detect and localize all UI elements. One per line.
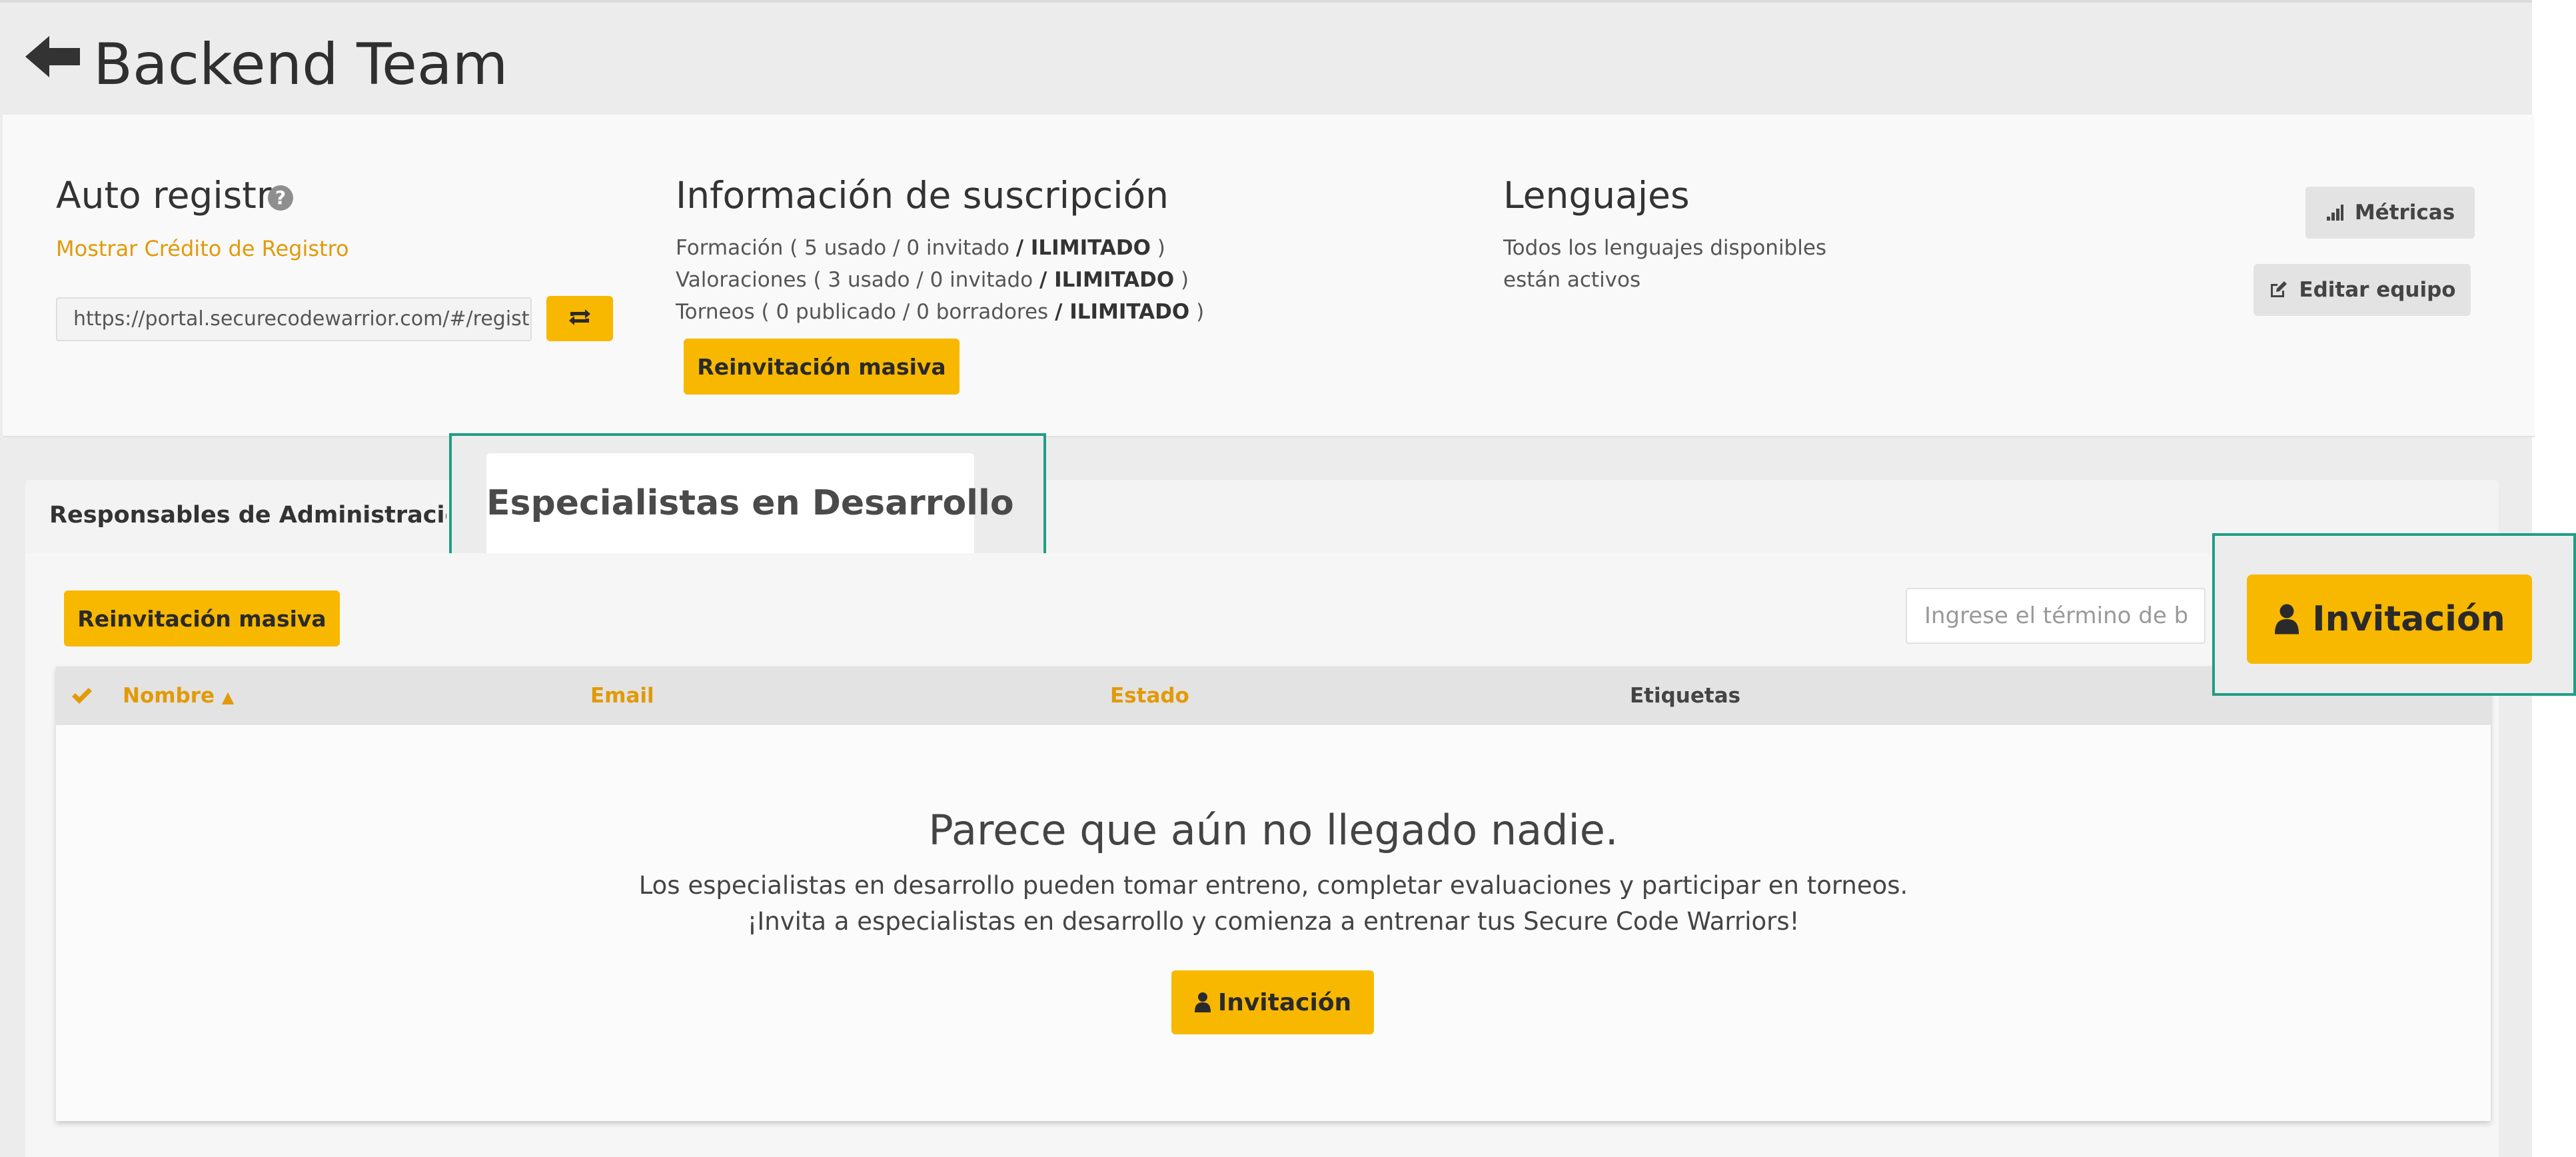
table-header <box>56 666 2491 725</box>
edit-team-button-label: Editar equipo <box>2299 278 2456 302</box>
column-tags: Etiquetas <box>1630 684 1741 708</box>
metrics-button[interactable]: Métricas <box>2305 187 2475 239</box>
team-info-panel <box>3 115 2535 437</box>
empty-state-line-2: ¡Invita a especialistas en desarrollo y … <box>747 907 1800 936</box>
show-registration-credit-link[interactable]: Mostrar Crédito de Registro <box>56 236 349 261</box>
page-title: Backend Team <box>93 31 508 98</box>
back-arrow-icon[interactable] <box>23 33 83 80</box>
user-icon <box>1194 992 1211 1012</box>
invite-button-label: Invitación <box>2312 599 2505 639</box>
regenerate-url-button[interactable] <box>546 296 613 341</box>
subscription-training-line: Formación ( 5 usado / 0 invitado / ILIMI… <box>676 236 1165 260</box>
invite-button-empty-state[interactable]: Invitación <box>1171 970 1374 1034</box>
top-border <box>0 0 2532 3</box>
metrics-button-label: Métricas <box>2354 201 2455 225</box>
column-name[interactable]: Nombre ▲ <box>123 666 234 726</box>
column-email[interactable]: Email <box>590 666 654 725</box>
empty-state-title: Parece que aún no llegado nadie. <box>928 806 1618 854</box>
bar-chart-icon <box>2326 205 2343 221</box>
select-all-check-icon[interactable] <box>71 686 93 705</box>
subscription-heading: Información de suscripción <box>676 174 1169 217</box>
refresh-icon <box>569 309 590 325</box>
empty-state-line-1: Los especialistas en desarrollo pueden t… <box>638 871 1908 900</box>
tab-developers[interactable]: Especialistas en Desarrollo <box>486 453 1014 560</box>
invite-button-empty-state-label: Invitación <box>1217 988 1352 1016</box>
edit-icon <box>2271 281 2287 297</box>
bulk-reinvite-button[interactable]: Reinvitación masiva <box>64 590 340 646</box>
self-registration-heading: Auto registro <box>56 174 293 217</box>
registration-url-field[interactable]: https://portal.securecodewarrior.com/#/r… <box>56 297 532 341</box>
subscription-tournaments-line: Torneos ( 0 publicado / 0 borradores / I… <box>676 300 1205 324</box>
sort-ascending-icon: ▲ <box>221 688 235 706</box>
help-icon[interactable]: ? <box>268 185 293 211</box>
subscription-assessments-line: Valoraciones ( 3 usado / 0 invitado / IL… <box>676 268 1189 292</box>
search-input[interactable] <box>1906 588 2206 644</box>
edit-team-button[interactable]: Editar equipo <box>2254 264 2471 316</box>
bulk-reinvite-button-top[interactable]: Reinvitación masiva <box>684 339 960 395</box>
tab-administrators[interactable]: Responsables de Administración de <box>49 499 446 532</box>
languages-heading: Lenguajes <box>1503 174 1690 217</box>
column-status[interactable]: Estado <box>1110 666 1189 725</box>
user-icon <box>2275 604 2299 634</box>
languages-text: Todos los lenguajes disponibles están ac… <box>1503 236 1827 292</box>
invite-button[interactable]: Invitación <box>2247 575 2532 664</box>
